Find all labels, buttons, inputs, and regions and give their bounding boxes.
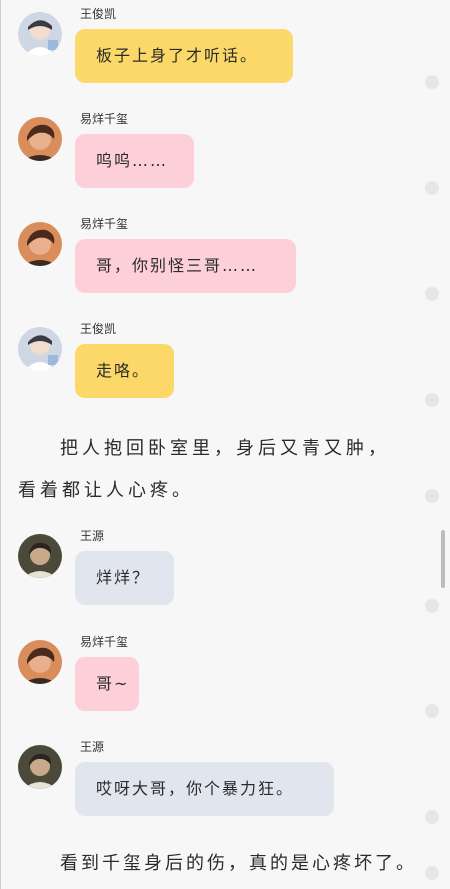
narration-paragraph: 把人抱回卧室里，身后又青又肿，看着都让人心疼。 — [18, 438, 390, 501]
message-bubble: 走咯。 — [75, 344, 174, 398]
avatar-yi-yangqianxi[interactable] — [18, 640, 62, 684]
avatar-yi-yangqianxi[interactable] — [18, 117, 62, 161]
scroll-marker — [425, 181, 439, 195]
scroll-marker — [425, 866, 439, 880]
sender-name: 易烊千玺 — [80, 112, 129, 126]
message-bubble: 哥，你别怪三哥…… — [75, 239, 296, 293]
scroll-marker — [425, 810, 439, 824]
sender-name: 易烊千玺 — [80, 635, 129, 649]
avatar-wang-junkai[interactable] — [18, 327, 62, 371]
scroll-marker — [425, 393, 439, 407]
scroll-marker — [425, 287, 439, 301]
chat-story-page: 王俊凯 板子上身了才听话。 易烊千玺 呜呜…… 易烊千玺 哥，你别怪三哥…… 王… — [0, 0, 450, 889]
left-border — [0, 0, 1, 889]
sender-name: 王源 — [80, 740, 105, 754]
avatar-wang-junkai[interactable] — [18, 12, 62, 56]
narration-paragraph: 看到千玺身后的伤，真的是心疼坏了。 — [60, 853, 417, 874]
avatar-wang-yuan[interactable] — [18, 745, 62, 789]
scroll-marker — [425, 489, 439, 503]
sender-name: 易烊千玺 — [80, 217, 129, 231]
message-bubble: 烊烊？ — [75, 551, 174, 605]
sender-name: 王俊凯 — [80, 7, 117, 21]
scroll-marker — [425, 599, 439, 613]
sender-name: 王俊凯 — [80, 322, 117, 336]
message-bubble: 哎呀大哥，你个暴力狂。 — [75, 762, 334, 816]
message-bubble: 哥~ — [75, 657, 139, 711]
sender-name: 王源 — [80, 529, 105, 543]
scroll-marker — [425, 75, 439, 89]
avatar-wang-yuan[interactable] — [18, 534, 62, 578]
scrollbar-thumb[interactable] — [441, 530, 445, 588]
scroll-marker — [425, 704, 439, 718]
message-bubble: 板子上身了才听话。 — [75, 29, 293, 83]
message-bubble: 呜呜…… — [75, 134, 194, 188]
avatar-yi-yangqianxi[interactable] — [18, 222, 62, 266]
